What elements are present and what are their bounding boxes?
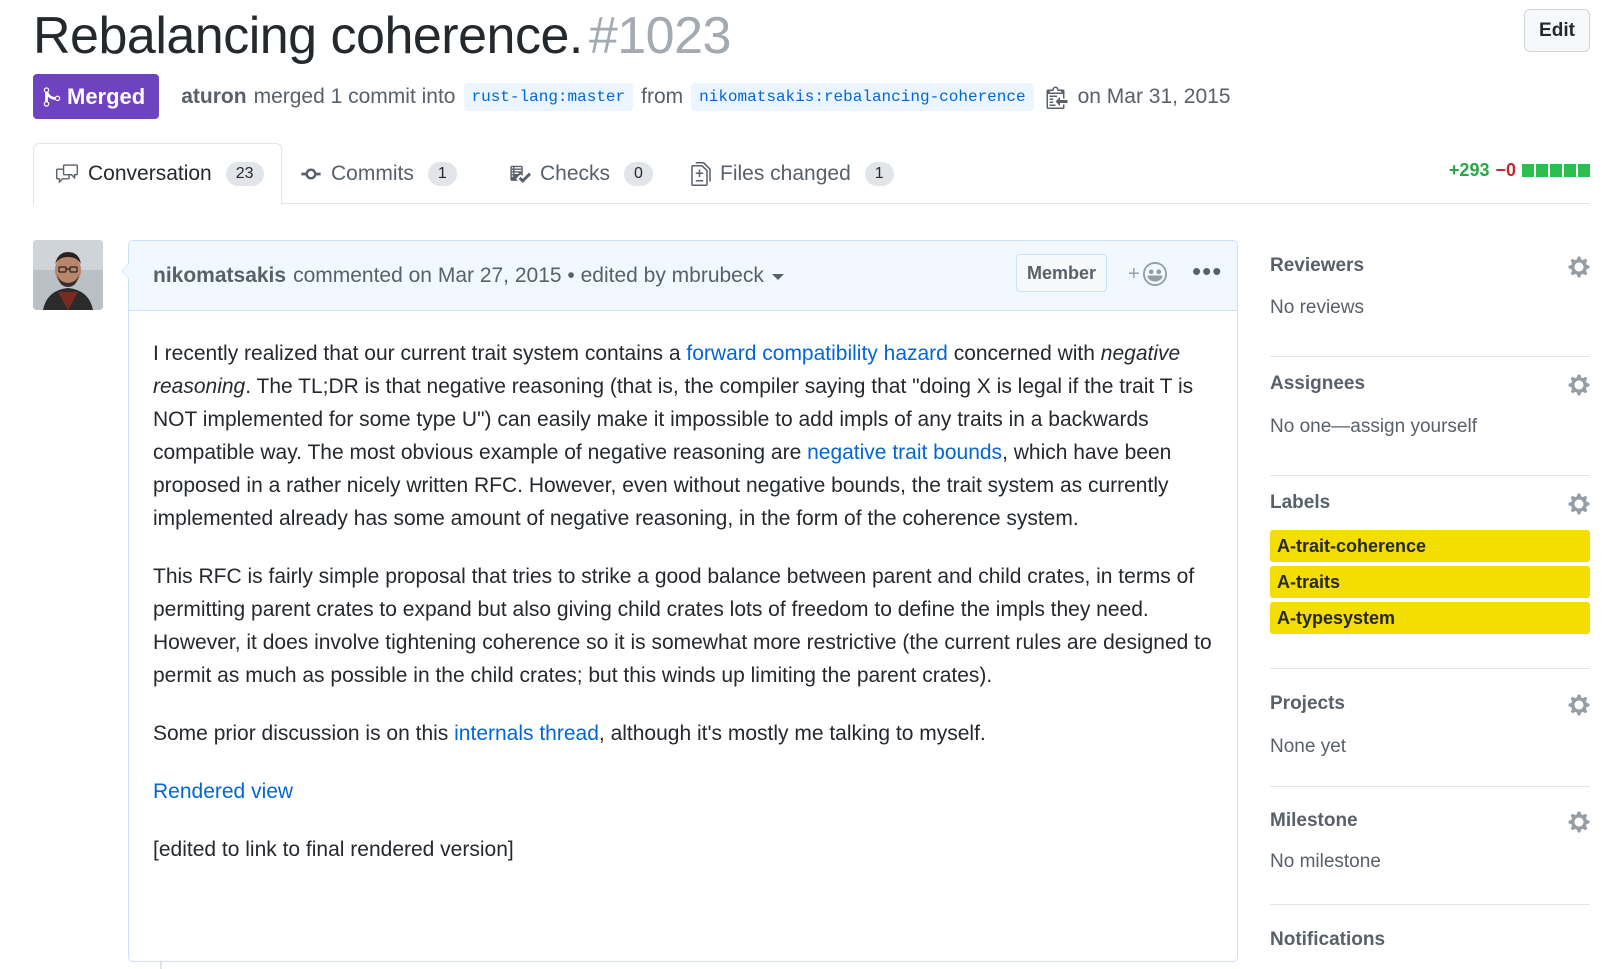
from-text: from	[641, 84, 684, 108]
tab-commits[interactable]: Commits 1	[299, 143, 457, 204]
commit-icon	[301, 168, 321, 179]
tab-conversation-count: 23	[225, 162, 264, 186]
comment-box: nikomatsakis commented on Mar 27, 2015 •…	[121, 240, 1238, 962]
head-branch[interactable]: nikomatsakis:rebalancing-coherence	[691, 82, 1034, 111]
add-reaction-button[interactable]: +	[1128, 262, 1167, 286]
text: I recently realized that our current tra…	[153, 342, 687, 365]
avatar[interactable]	[33, 240, 103, 310]
gear-icon[interactable]	[1568, 492, 1590, 516]
assignees-value[interactable]: No one—assign yourself	[1270, 416, 1477, 438]
sidebar: Reviewers No reviews Assignees No one—as…	[1270, 240, 1590, 969]
comment-meta[interactable]: commented on Mar 27, 2015 • edited by mb…	[293, 264, 764, 288]
tab-commits-count: 1	[427, 161, 457, 186]
forward-compat-link[interactable]: forward compatibility hazard	[686, 342, 947, 365]
more-options-icon[interactable]: •••	[1192, 256, 1222, 287]
text: , although it's mostly me talking to mys…	[598, 722, 986, 745]
sidebar-labels: Labels A-trait-coherence A-traits A-type…	[1270, 476, 1590, 669]
merged-text: merged 1 commit into	[253, 84, 456, 108]
member-badge: Member	[1016, 254, 1108, 292]
reviewers-heading[interactable]: Reviewers	[1270, 255, 1364, 277]
label-item[interactable]: A-trait-coherence	[1270, 530, 1590, 562]
chevron-down-icon[interactable]	[771, 273, 784, 286]
merged-status-badge: Merged	[33, 74, 160, 119]
gear-icon[interactable]	[1568, 693, 1590, 717]
gear-icon[interactable]	[1568, 373, 1590, 397]
sidebar-milestone: Milestone No milestone	[1270, 787, 1590, 905]
projects-value: None yet	[1270, 736, 1347, 757]
projects-heading[interactable]: Projects	[1270, 693, 1345, 715]
tab-conversation[interactable]: Conversation 23	[33, 143, 282, 205]
timeline-line	[160, 962, 162, 969]
gear-icon[interactable]	[1568, 810, 1590, 834]
comment-discussion-icon	[56, 164, 78, 184]
text: Some prior discussion is on this	[153, 722, 455, 745]
rendered-view-link[interactable]: Rendered view	[153, 780, 293, 803]
notifications-heading: Notifications	[1270, 929, 1386, 950]
pr-number: #1023	[588, 7, 732, 65]
tab-files-changed-label: Files changed	[720, 161, 851, 185]
tab-files-changed[interactable]: Files changed 1	[690, 143, 894, 204]
text: concerned with	[947, 342, 1101, 365]
paragraph-5: [edited to link to final rendered versio…	[153, 838, 514, 861]
reviewers-value: No reviews	[1270, 297, 1364, 318]
merger-link[interactable]: aturon	[181, 85, 246, 109]
sidebar-reviewers: Reviewers No reviews	[1270, 240, 1590, 357]
pr-title: Rebalancing coherence. #1023	[33, 6, 731, 66]
merge-icon	[43, 86, 61, 107]
assignees-heading[interactable]: Assignees	[1270, 373, 1365, 395]
checklist-icon	[510, 165, 531, 183]
merge-date: on Mar 31, 2015	[1077, 84, 1231, 108]
paragraph-4: Rendered view	[153, 775, 1213, 808]
comment-header: nikomatsakis commented on Mar 27, 2015 •…	[129, 241, 1237, 311]
pr-title-text: Rebalancing coherence.	[33, 7, 583, 65]
tab-checks-label: Checks	[540, 161, 611, 185]
diffstat: +293 −0	[1449, 160, 1590, 181]
diffstat-deletions: −0	[1495, 160, 1516, 180]
sidebar-notifications: Notifications	[1270, 905, 1590, 969]
comment-body: I recently realized that our current tra…	[129, 311, 1237, 866]
pr-meta: Merged aturon merged 1 commit into rust-…	[33, 74, 1231, 119]
file-diff-icon	[691, 161, 711, 186]
paragraph-1: I recently realized that our current tra…	[153, 337, 1213, 535]
comment-author[interactable]: nikomatsakis	[153, 264, 286, 288]
sidebar-projects: Projects None yet	[1270, 669, 1590, 787]
tab-checks-count: 0	[624, 161, 653, 186]
milestone-value: No milestone	[1270, 851, 1381, 872]
paragraph-3: Some prior discussion is on this interna…	[153, 717, 1213, 750]
tab-files-changed-count: 1	[864, 161, 894, 186]
pr-tabs: Conversation 23 Commits 1 Checks 0 Files…	[33, 143, 1590, 205]
clipboard-icon[interactable]	[1046, 85, 1068, 109]
plus-text: +	[1128, 262, 1140, 285]
gear-icon[interactable]	[1568, 255, 1590, 279]
tab-checks[interactable]: Checks 0	[508, 143, 653, 204]
diffstat-additions: +293	[1448, 160, 1490, 180]
paragraph-2: This RFC is fairly simple proposal that …	[153, 565, 1212, 687]
milestone-heading[interactable]: Milestone	[1270, 810, 1358, 832]
sidebar-assignees: Assignees No one—assign yourself	[1270, 357, 1590, 476]
label-item[interactable]: A-traits	[1270, 566, 1590, 598]
smiley-icon	[1142, 262, 1167, 286]
labels-list: A-trait-coherence A-traits A-typesystem	[1270, 530, 1590, 638]
merged-label: Merged	[67, 83, 146, 109]
tab-conversation-label: Conversation	[88, 162, 212, 185]
label-item[interactable]: A-typesystem	[1270, 602, 1590, 634]
diffstat-blocks	[1522, 164, 1590, 177]
base-branch[interactable]: rust-lang:master	[463, 82, 634, 111]
labels-heading[interactable]: Labels	[1270, 492, 1330, 514]
edit-button[interactable]: Edit	[1524, 9, 1590, 52]
tab-commits-label: Commits	[331, 161, 414, 185]
internals-thread-link[interactable]: internals thread	[454, 722, 599, 745]
negative-bounds-link[interactable]: negative trait bounds	[807, 441, 1002, 464]
